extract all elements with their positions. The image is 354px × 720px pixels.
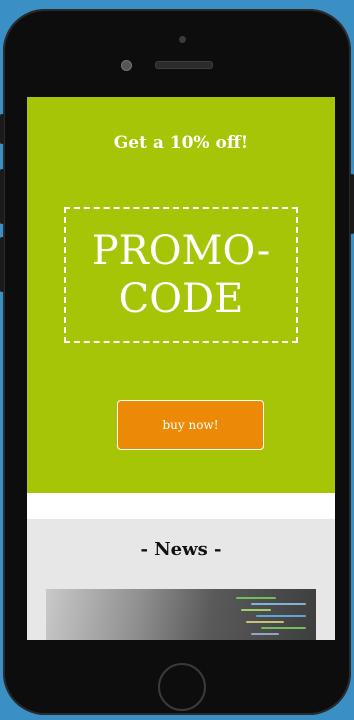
proximity-sensor [179, 36, 186, 43]
code-line [246, 621, 284, 623]
front-camera-icon [121, 60, 132, 71]
promo-title: Get a 10% off! [113, 133, 249, 153]
section-divider [27, 493, 335, 519]
promo-code-box: PROMO- CODE [64, 207, 298, 343]
news-image[interactable] [46, 589, 316, 640]
volume-down-button [0, 237, 4, 292]
promo-code-line1: PROMO- [91, 228, 271, 274]
news-section: - News - [27, 519, 335, 640]
home-button[interactable] [158, 663, 206, 711]
code-line [236, 597, 276, 599]
code-line [251, 633, 279, 635]
power-button [350, 174, 354, 234]
news-heading: - News - [140, 539, 222, 560]
code-line [251, 603, 306, 605]
buy-now-button[interactable]: buy now! [117, 400, 264, 450]
silent-switch [0, 114, 4, 144]
code-line [241, 609, 271, 611]
promo-code-line2: CODE [118, 276, 244, 322]
code-line [256, 615, 306, 617]
code-line [261, 627, 306, 629]
volume-up-button [0, 169, 4, 224]
phone-screen: Get a 10% off! PROMO- CODE buy now! - Ne… [27, 97, 335, 640]
promo-section: Get a 10% off! PROMO- CODE buy now! [27, 97, 335, 493]
earpiece-speaker [155, 61, 213, 69]
